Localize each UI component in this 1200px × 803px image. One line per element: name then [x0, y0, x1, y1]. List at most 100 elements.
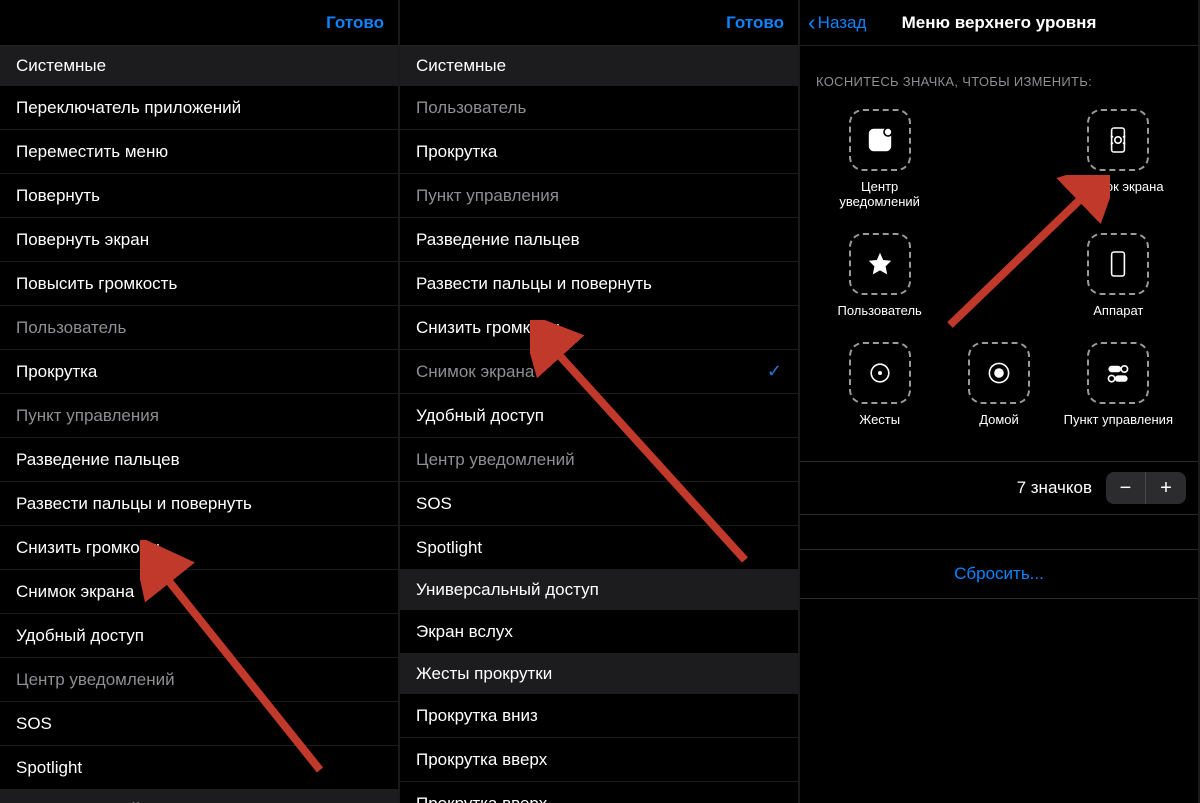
- row-label: Повысить громкость: [16, 274, 177, 294]
- action-row[interactable]: SOS: [0, 702, 398, 746]
- row-label: Прокрутка вниз: [416, 706, 538, 726]
- action-row[interactable]: Снизить громкость: [400, 306, 798, 350]
- section-header: Универсальный доступ: [400, 570, 798, 610]
- row-label: Развести пальцы и повернуть: [416, 274, 652, 294]
- action-row[interactable]: Переместить меню: [0, 130, 398, 174]
- action-row[interactable]: Пользователь: [0, 306, 398, 350]
- action-row[interactable]: Центр уведомлений: [400, 438, 798, 482]
- section-header: Системные: [0, 46, 398, 86]
- action-row[interactable]: Прокрутка: [400, 130, 798, 174]
- action-row[interactable]: Экран вслух: [400, 610, 798, 654]
- row-label: Пользователь: [416, 98, 526, 118]
- action-row[interactable]: Прокрутка вверх: [400, 738, 798, 782]
- notification-center-icon: [849, 109, 911, 171]
- action-row[interactable]: Прокрутка вверх: [400, 782, 798, 803]
- row-label: Переместить меню: [16, 142, 168, 162]
- row-label: Разведение пальцев: [16, 450, 180, 470]
- stepper-minus[interactable]: −: [1106, 472, 1146, 504]
- navbar: Готово: [400, 0, 798, 46]
- action-row[interactable]: Повернуть экран: [0, 218, 398, 262]
- reset-button[interactable]: Сбросить...: [800, 549, 1198, 599]
- icon-label: Пользователь: [837, 303, 921, 318]
- actions-list[interactable]: СистемныеПользовательПрокруткаПункт упра…: [400, 46, 798, 803]
- menu-icon-control-center[interactable]: Пункт управления: [1061, 342, 1176, 427]
- menu-icon-screenshot[interactable]: Снимок экрана: [1061, 109, 1176, 209]
- row-label: Пункт управления: [416, 186, 559, 206]
- gestures-icon: [849, 342, 911, 404]
- row-label: Системные: [16, 56, 106, 76]
- control-center-icon: [1087, 342, 1149, 404]
- icon-label: Домой: [979, 412, 1019, 427]
- back-button[interactable]: ‹ Назад: [808, 11, 866, 34]
- row-label: Spotlight: [16, 758, 82, 778]
- panel-actions-list-2: Готово СистемныеПользовательПрокруткаПун…: [400, 0, 800, 803]
- row-label: Прокрутка вверх: [416, 750, 547, 770]
- action-row[interactable]: Пользователь: [400, 86, 798, 130]
- icon-label: Центр уведомлений: [822, 179, 937, 209]
- row-label: Пункт управления: [16, 406, 159, 426]
- action-row[interactable]: Развести пальцы и повернуть: [400, 262, 798, 306]
- action-row[interactable]: Прокрутка: [0, 350, 398, 394]
- action-row[interactable]: Центр уведомлений: [0, 658, 398, 702]
- row-label: Прокрутка вверх: [416, 794, 547, 803]
- action-row[interactable]: Развести пальцы и повернуть: [0, 482, 398, 526]
- icon-label: Пункт управления: [1064, 412, 1173, 427]
- screenshot-icon: [1087, 109, 1149, 171]
- row-label: Удобный доступ: [416, 406, 544, 426]
- action-row[interactable]: Spotlight: [400, 526, 798, 570]
- icon-label: Аппарат: [1093, 303, 1143, 318]
- action-row[interactable]: Повернуть: [0, 174, 398, 218]
- row-label: Снизить громкость: [16, 538, 165, 558]
- icon-count-label: 7 значков: [1017, 478, 1092, 498]
- action-row[interactable]: Снизить громкость: [0, 526, 398, 570]
- back-label: Назад: [818, 13, 867, 33]
- stepper-plus[interactable]: +: [1146, 472, 1186, 504]
- row-label: Spotlight: [416, 538, 482, 558]
- row-label: Универсальный доступ: [16, 800, 199, 803]
- action-row[interactable]: Разведение пальцев: [400, 218, 798, 262]
- actions-list[interactable]: Системные Переключатель приложений Перемес…: [0, 46, 398, 803]
- action-row[interactable]: Повысить громкость: [0, 262, 398, 306]
- done-button[interactable]: Готово: [726, 13, 784, 33]
- done-button[interactable]: Готово: [326, 13, 384, 33]
- row-label: Снимок экрана: [16, 582, 134, 602]
- action-row[interactable]: Снимок экрана: [0, 570, 398, 614]
- menu-icon-notification-center[interactable]: Центр уведомлений: [822, 109, 937, 209]
- action-row[interactable]: Прокрутка вниз: [400, 694, 798, 738]
- row-label: Прокрутка: [416, 142, 497, 162]
- navbar: Готово: [0, 0, 398, 46]
- action-row[interactable]: SOS: [400, 482, 798, 526]
- action-row[interactable]: Удобный доступ: [400, 394, 798, 438]
- row-label: Развести пальцы и повернуть: [16, 494, 252, 514]
- row-label: Жесты прокрутки: [416, 664, 552, 684]
- row-label: Удобный доступ: [16, 626, 144, 646]
- menu-icon-home[interactable]: Домой: [941, 342, 1056, 427]
- row-label: Прокрутка: [16, 362, 97, 382]
- menu-icon-star[interactable]: Пользователь: [822, 233, 937, 318]
- row-label: Разведение пальцев: [416, 230, 580, 250]
- row-label: Универсальный доступ: [416, 580, 599, 600]
- icon-count-stepper[interactable]: − +: [1106, 472, 1186, 504]
- action-row[interactable]: Разведение пальцев: [0, 438, 398, 482]
- section-header: Универсальный доступ: [0, 790, 398, 803]
- star-icon: [849, 233, 911, 295]
- section-header: Жесты прокрутки: [400, 654, 798, 694]
- row-label: Повернуть: [16, 186, 100, 206]
- action-row[interactable]: Пункт управления: [0, 394, 398, 438]
- section-caption: КОСНИТЕСЬ ЗНАЧКА, ЧТОБЫ ИЗМЕНИТЬ:: [800, 46, 1198, 99]
- row-label: Экран вслух: [416, 622, 513, 642]
- menu-icon-device[interactable]: Аппарат: [1061, 233, 1176, 318]
- device-icon: [1087, 233, 1149, 295]
- home-icon: [968, 342, 1030, 404]
- action-row[interactable]: Spotlight: [0, 746, 398, 790]
- row-label: SOS: [16, 714, 52, 734]
- action-row[interactable]: Удобный доступ: [0, 614, 398, 658]
- navbar: ‹ Назад Меню верхнего уровня: [800, 0, 1198, 46]
- panel-top-level-menu: ‹ Назад Меню верхнего уровня КОСНИТЕСЬ З…: [800, 0, 1200, 803]
- action-row[interactable]: Снимок экрана✓: [400, 350, 798, 394]
- icon-label: Снимок экрана: [1073, 179, 1164, 194]
- icon-label: Жесты: [859, 412, 900, 427]
- action-row[interactable]: Пункт управления: [400, 174, 798, 218]
- menu-icon-gestures[interactable]: Жесты: [822, 342, 937, 427]
- action-row[interactable]: Переключатель приложений: [0, 86, 398, 130]
